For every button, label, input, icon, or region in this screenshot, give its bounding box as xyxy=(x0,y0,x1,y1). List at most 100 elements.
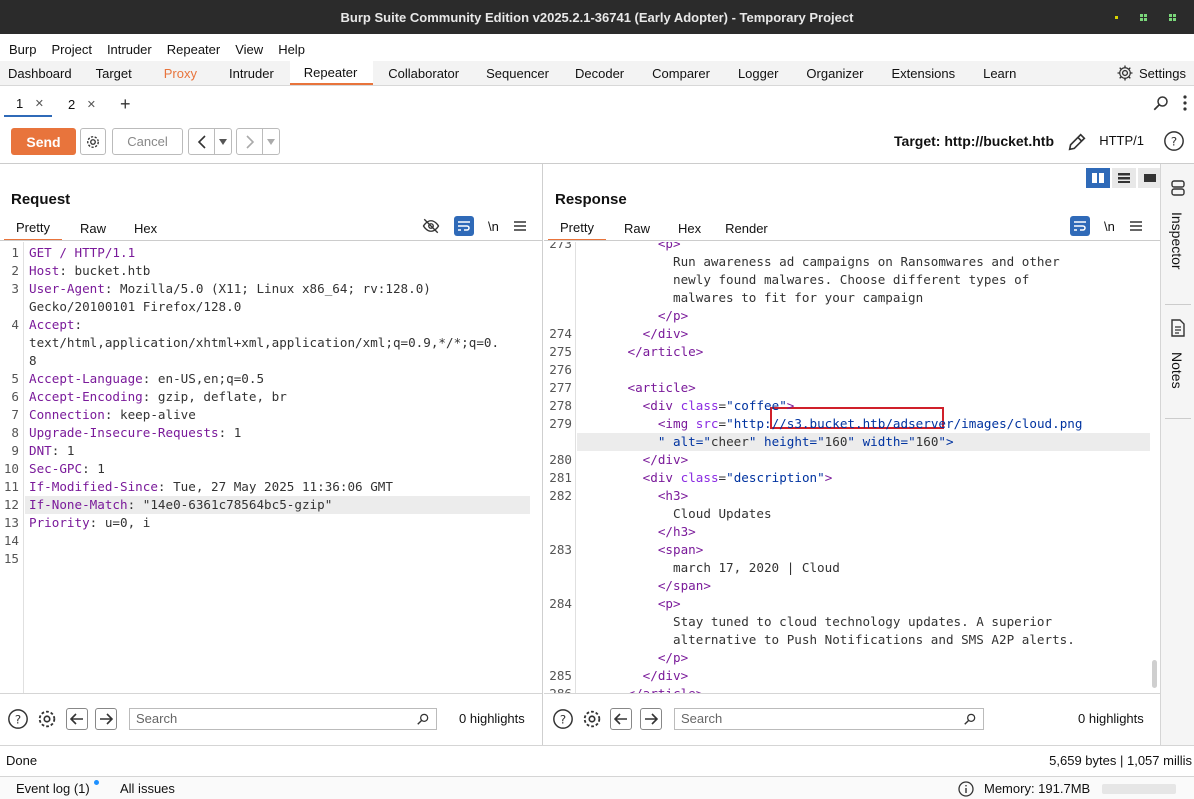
code-line: Priority: u=0, i xyxy=(29,514,150,532)
code-line: <p> xyxy=(657,242,681,251)
settings-button[interactable]: Settings xyxy=(1116,61,1186,85)
hide-icon[interactable] xyxy=(422,218,440,234)
code-line: If-Modified-Since: Tue, 27 May 2025 11:3… xyxy=(29,478,393,496)
menu-help[interactable]: Help xyxy=(278,42,305,57)
svg-text:?: ? xyxy=(15,713,21,727)
tab-comparer[interactable]: Comparer xyxy=(638,61,724,85)
menu-view[interactable]: View xyxy=(235,42,263,57)
request-tab-hex[interactable]: Hex xyxy=(124,215,169,241)
search-icon[interactable] xyxy=(1152,94,1170,112)
response-editor[interactable]: 273 <p> Run awareness ad campaigns on Ra… xyxy=(544,242,1160,693)
minimize-icon[interactable] xyxy=(1115,15,1118,19)
next-match-icon[interactable] xyxy=(640,708,662,730)
gear-icon[interactable] xyxy=(36,708,58,730)
target-label: Target: http://bucket.htb xyxy=(894,133,1054,149)
tab-intruder[interactable]: Intruder xyxy=(213,61,290,85)
tab-proxy[interactable]: Proxy xyxy=(148,61,213,85)
show-non-printable-toggle[interactable]: \n xyxy=(488,219,499,234)
tab-collaborator[interactable]: Collaborator xyxy=(373,61,474,85)
tab-sequencer[interactable]: Sequencer xyxy=(474,61,561,85)
event-log-link[interactable]: Event log (1) xyxy=(16,781,90,796)
header-name: If-Modified-Since xyxy=(29,479,158,494)
repeater-tab-2[interactable]: 2 ✕ xyxy=(56,91,104,117)
code-line: <div class="description"> xyxy=(642,470,833,485)
request-editor[interactable]: 1 GET / HTTP/1.1 2 Host: bucket.htb 3 User-Ag… xyxy=(0,242,542,693)
response-tab-raw[interactable]: Raw xyxy=(606,215,668,241)
tab-logger[interactable]: Logger xyxy=(724,61,792,85)
forward-history-control[interactable] xyxy=(236,128,280,155)
inspector-sidebar: Inspector Notes xyxy=(1160,164,1194,745)
response-scrollbar[interactable] xyxy=(1152,660,1157,688)
line-number: 284 xyxy=(549,596,572,611)
line-number: 10 xyxy=(3,461,19,476)
close-icon[interactable]: ✕ xyxy=(35,97,44,110)
cancel-button[interactable]: Cancel xyxy=(112,128,183,155)
notes-icon[interactable] xyxy=(1170,319,1186,337)
close-icon[interactable]: ✕ xyxy=(87,98,96,111)
request-tab-raw[interactable]: Raw xyxy=(62,215,124,241)
tab-dashboard[interactable]: Dashboard xyxy=(0,61,80,85)
previous-match-icon[interactable] xyxy=(610,708,632,730)
response-search-input[interactable]: Search xyxy=(674,708,984,730)
help-icon[interactable]: ? xyxy=(552,708,574,730)
header-value: : Mozilla/5.0 (X11; Linux x86_64; rv:128… xyxy=(104,281,431,296)
inspector-tab[interactable]: Inspector xyxy=(1169,212,1185,270)
send-button[interactable]: Send xyxy=(11,128,76,155)
menu-repeater[interactable]: Repeater xyxy=(167,42,220,57)
code-line: Accept-Language: en-US,en;q=0.5 xyxy=(29,370,264,388)
code-line: <span> xyxy=(657,542,704,557)
line-number: 8 xyxy=(11,425,19,440)
word-wrap-icon[interactable] xyxy=(454,216,474,236)
settings-label: Settings xyxy=(1139,65,1186,81)
more-vertical-icon[interactable] xyxy=(1182,94,1188,112)
menu-icon[interactable] xyxy=(513,220,527,232)
code-line: Accept-Encoding: gzip, deflate, br xyxy=(29,388,287,406)
maximize-icon[interactable] xyxy=(1140,13,1147,21)
all-issues-link[interactable]: All issues xyxy=(120,781,175,796)
close-window-icon[interactable] xyxy=(1169,13,1176,21)
chevron-right-icon[interactable] xyxy=(237,129,263,154)
show-non-printable-toggle[interactable]: \n xyxy=(1104,219,1115,234)
chevron-down-icon[interactable] xyxy=(263,129,279,154)
inspector-icon[interactable] xyxy=(1170,179,1186,197)
search-placeholder: Search xyxy=(681,711,723,726)
tab-learn[interactable]: Learn xyxy=(969,61,1030,85)
code-line: User-Agent: Mozilla/5.0 (X11; Linux x86_… xyxy=(29,280,431,298)
edit-target-icon[interactable] xyxy=(1066,131,1088,156)
word-wrap-icon[interactable] xyxy=(1070,216,1090,236)
repeater-tab-1[interactable]: 1 ✕ xyxy=(4,91,52,117)
request-search-input[interactable]: Search xyxy=(129,708,437,730)
menu-intruder[interactable]: Intruder xyxy=(107,42,152,57)
menu-burp[interactable]: Burp xyxy=(9,42,36,57)
send-options-button[interactable] xyxy=(80,128,106,155)
previous-match-icon[interactable] xyxy=(66,708,88,730)
gear-icon[interactable] xyxy=(581,708,603,730)
request-tab-pretty[interactable]: Pretty xyxy=(4,215,62,241)
tab-organizer[interactable]: Organizer xyxy=(792,61,877,85)
add-tab-icon[interactable]: + xyxy=(120,94,131,115)
line-number: 9 xyxy=(11,443,19,458)
http-version-toggle[interactable]: HTTP/1 xyxy=(1099,133,1144,148)
response-tab-pretty[interactable]: Pretty xyxy=(548,215,606,241)
help-icon[interactable]: ? xyxy=(7,708,29,730)
tab-decoder[interactable]: Decoder xyxy=(561,61,638,85)
chevron-left-icon[interactable] xyxy=(189,129,215,154)
code-line: GET / HTTP/1.1 xyxy=(29,244,135,262)
code-line: Connection: keep-alive xyxy=(29,406,196,424)
menu-project[interactable]: Project xyxy=(51,42,91,57)
line-number: 286 xyxy=(544,685,572,693)
next-match-icon[interactable] xyxy=(95,708,117,730)
tab-repeater[interactable]: Repeater xyxy=(289,61,374,85)
notes-tab[interactable]: Notes xyxy=(1169,352,1185,389)
response-tab-hex[interactable]: Hex xyxy=(668,215,719,241)
chevron-down-icon[interactable] xyxy=(215,129,231,154)
response-tab-render[interactable]: Render xyxy=(719,215,780,241)
tab-extensions[interactable]: Extensions xyxy=(878,61,970,85)
line-number: 277 xyxy=(549,380,572,395)
help-icon[interactable]: ? xyxy=(1163,130,1185,155)
menu-icon[interactable] xyxy=(1129,220,1143,232)
back-history-control[interactable] xyxy=(188,128,232,155)
line-number: 285 xyxy=(549,668,572,683)
header-name: GET / HTTP/1.1 xyxy=(29,245,136,260)
tab-target[interactable]: Target xyxy=(80,61,148,85)
